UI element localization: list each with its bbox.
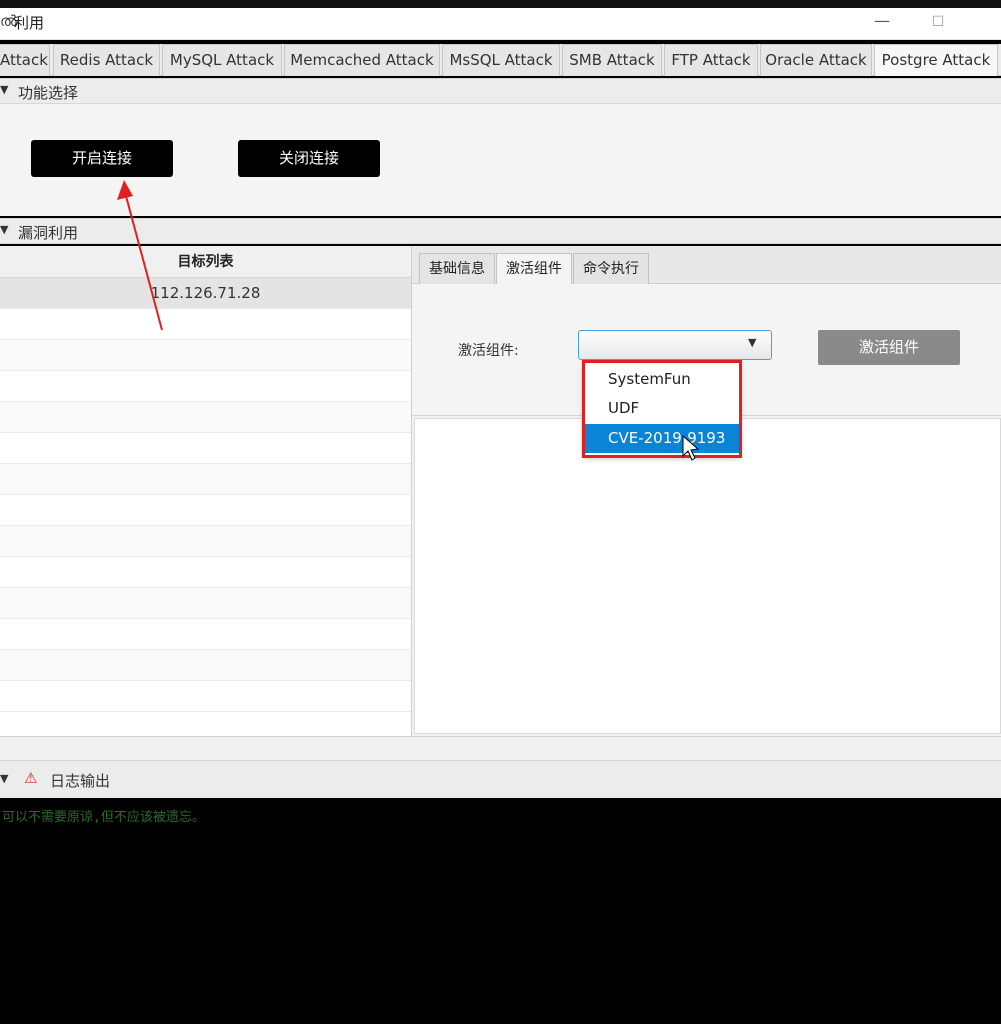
table-row[interactable] [0,650,411,681]
tab-mssql[interactable]: MsSQL Attack [442,44,560,76]
tab-basic-info[interactable]: 基础信息 [419,253,495,284]
section-log-header[interactable]: ▼ ⚠ 日志输出 [0,760,1001,798]
log-console[interactable] [0,798,1001,1024]
activate-component-button[interactable]: 激活组件 [818,330,960,365]
tab-oracle[interactable]: Oracle Attack [760,44,872,76]
warning-icon: ⚠ [24,769,38,787]
highlight-box [582,360,742,458]
component-field-label: 激活组件: [458,343,519,359]
target-row[interactable]: 112.126.71.28 [0,278,411,309]
table-row[interactable] [0,464,411,495]
divider-strip [0,736,1001,760]
tab-redis[interactable]: Redis Attack [53,44,160,76]
table-row[interactable] [0,619,411,650]
table-row[interactable] [0,588,411,619]
component-select[interactable] [578,330,772,360]
table-row[interactable] [0,309,411,340]
table-row[interactable] [0,433,411,464]
minimize-button[interactable]: — [864,8,900,36]
collapse-triangle-icon: ▼ [0,223,9,236]
target-list-header: 目标列表 [0,246,411,278]
table-row[interactable] [0,402,411,433]
log-line: 可以不需要原谅,但不应该被遗忘。 [2,810,205,825]
dropdown-arrow-icon[interactable]: ▼ [748,336,756,349]
tab-ftp[interactable]: FTP Attack [664,44,758,76]
maximize-button[interactable]: ☐ [920,8,956,36]
table-row[interactable] [0,371,411,402]
table-row[interactable] [0,681,411,712]
window-title: 利用 [14,14,45,32]
table-row[interactable] [0,526,411,557]
attack-tabs: Attack Redis Attack MySQL Attack Memcach… [0,44,1001,76]
tab-mysql[interactable]: MySQL Attack [162,44,282,76]
table-row[interactable] [0,495,411,526]
tab-postgre[interactable]: Postgre Attack [874,44,998,76]
table-row[interactable] [0,557,411,588]
section-exploit-title: 漏洞利用 [18,224,79,242]
section-function-header[interactable]: ▼ 功能选择 [0,78,1001,104]
section-exploit-header[interactable]: ▼ 漏洞利用 [0,218,1001,244]
collapse-triangle-icon: ▼ [0,772,9,785]
tab-memcached[interactable]: Memcached Attack [284,44,440,76]
section-function-title: 功能选择 [18,84,79,102]
tab-smb[interactable]: SMB Attack [562,44,662,76]
exploit-subtabs: 基础信息 激活组件 命令执行 [412,246,1001,284]
exploit-detail-pane: 基础信息 激活组件 命令执行 [412,246,1001,736]
open-connection-button[interactable]: 开启连接 [31,140,173,177]
output-area[interactable] [414,418,1001,734]
tab-activate-component[interactable]: 激活组件 [496,253,572,284]
tab-command-exec[interactable]: 命令执行 [573,253,649,284]
collapse-triangle-icon: ▼ [0,83,9,96]
tab-attack[interactable]: Attack [0,44,50,76]
close-connection-button[interactable]: 关闭连接 [238,140,380,177]
screen-top-strip [0,0,1001,8]
table-row[interactable] [0,340,411,371]
target-list: 目标列表 112.126.71.28 [0,246,412,736]
section-log-title: 日志输出 [50,772,111,790]
